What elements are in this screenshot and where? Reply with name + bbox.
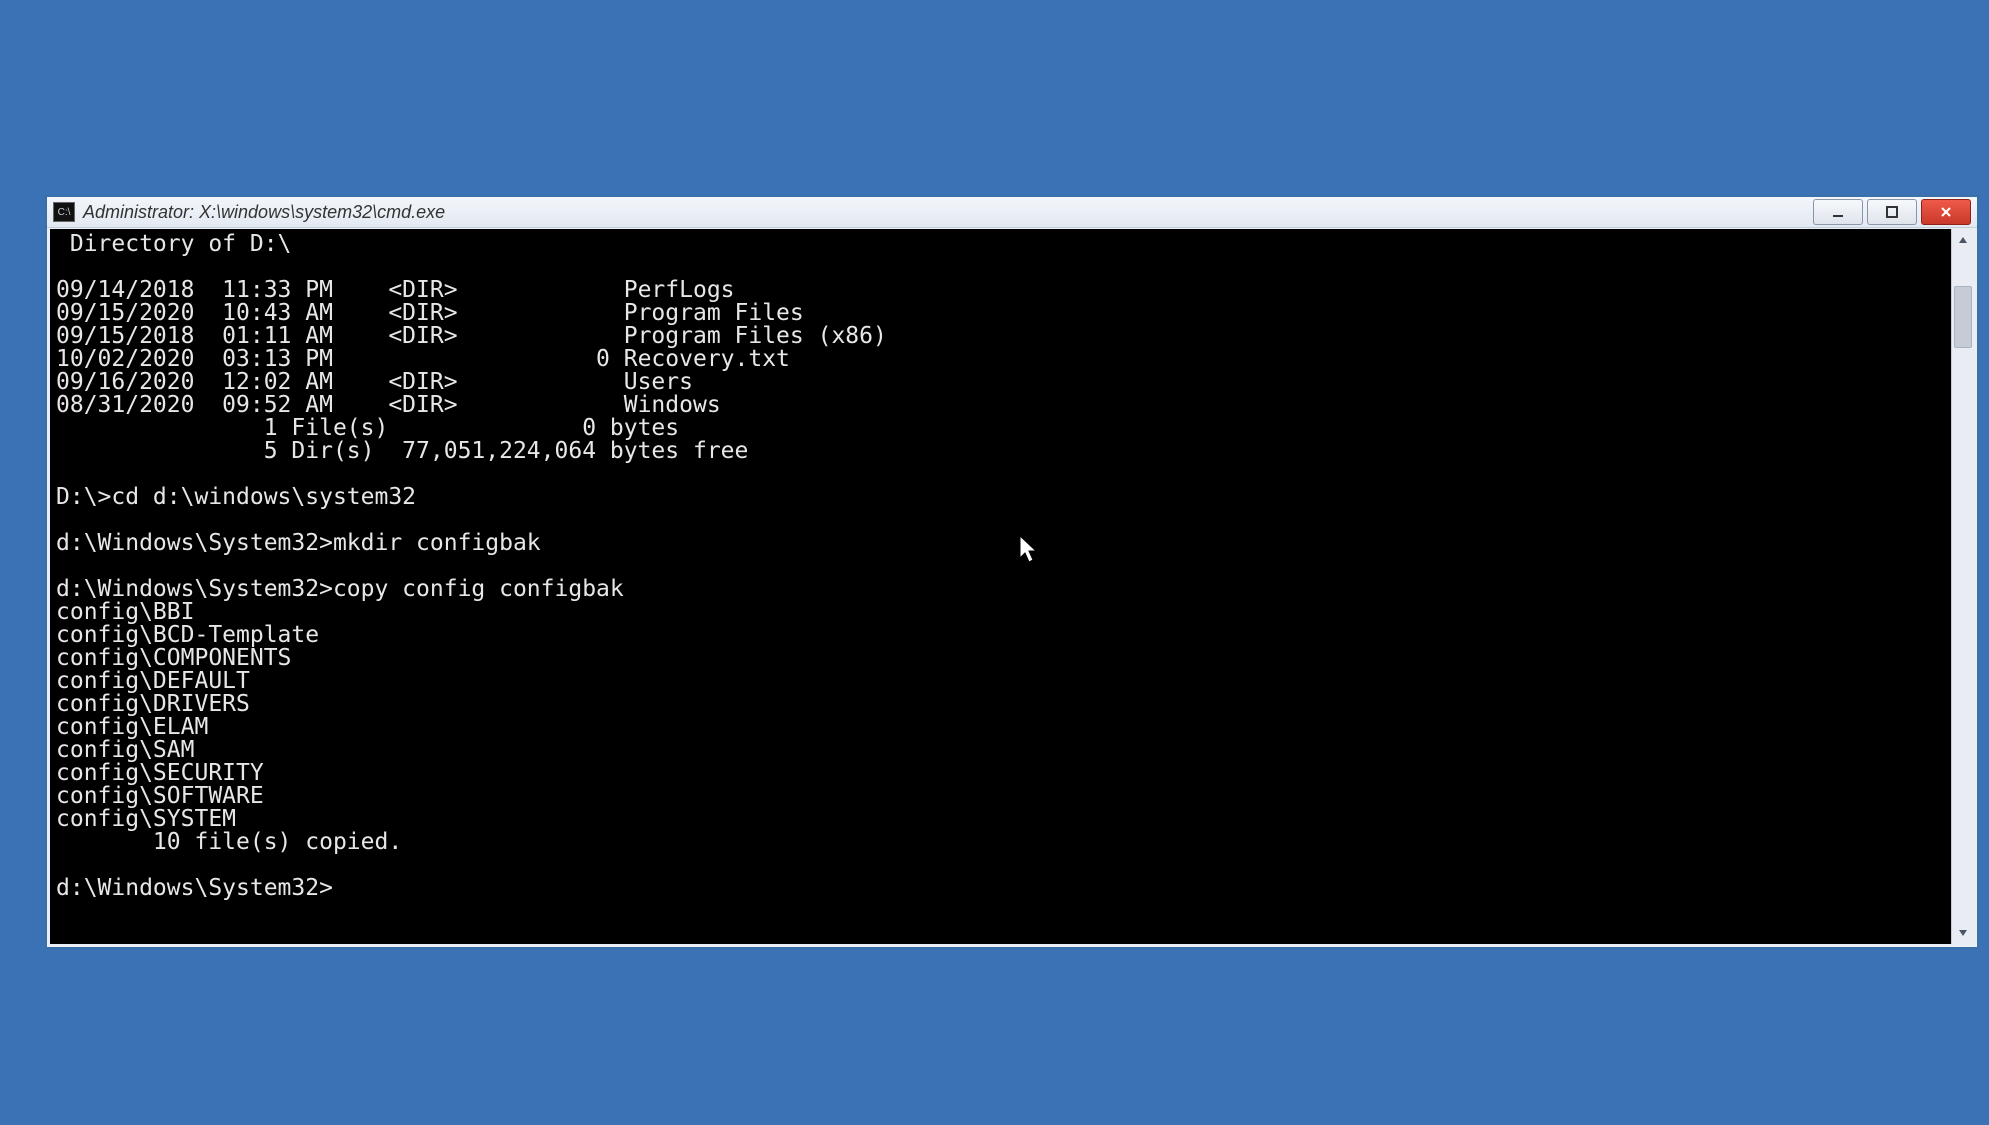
- close-button[interactable]: [1921, 199, 1971, 225]
- window-title: Administrator: X:\windows\system32\cmd.e…: [83, 202, 445, 223]
- scroll-down-button[interactable]: [1952, 922, 1974, 944]
- scrollbar-thumb[interactable]: [1954, 286, 1972, 348]
- client-area: Directory of D:\ 09/14/2018 11:33 PM <DI…: [50, 229, 1974, 944]
- scroll-up-button[interactable]: [1952, 229, 1974, 251]
- terminal-output[interactable]: Directory of D:\ 09/14/2018 11:33 PM <DI…: [50, 229, 1951, 944]
- vertical-scrollbar[interactable]: [1951, 229, 1974, 944]
- scrollbar-track[interactable]: [1952, 251, 1974, 922]
- minimize-button[interactable]: [1813, 199, 1863, 225]
- titlebar[interactable]: C:\ Administrator: X:\windows\system32\c…: [47, 197, 1977, 228]
- cmd-icon: C:\: [53, 202, 75, 222]
- maximize-button[interactable]: [1867, 199, 1917, 225]
- cmd-window: C:\ Administrator: X:\windows\system32\c…: [45, 195, 1979, 949]
